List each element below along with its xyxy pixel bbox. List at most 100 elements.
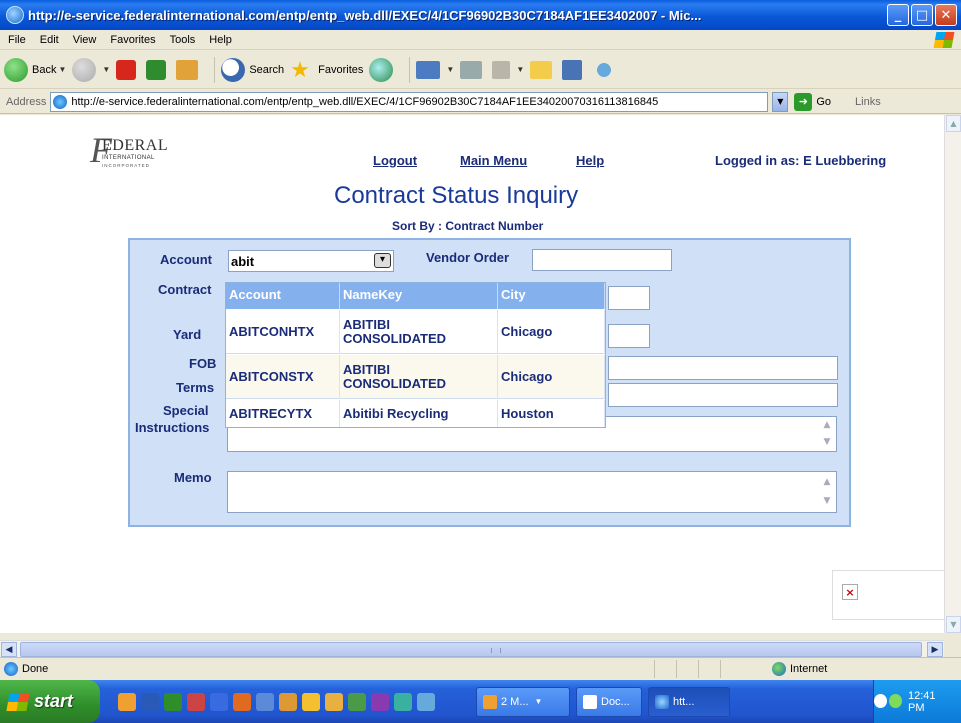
quick-launch-icon[interactable] xyxy=(348,692,366,711)
security-zone: Internet xyxy=(772,661,827,676)
back-button[interactable]: Back ▼ xyxy=(4,57,66,82)
contract-input[interactable] xyxy=(608,286,650,310)
quick-launch-icon[interactable] xyxy=(210,692,228,711)
instructions-label: Instructions xyxy=(135,420,210,435)
horizontal-scroll-thumb[interactable] xyxy=(20,642,922,657)
menu-help[interactable]: Help xyxy=(209,34,232,46)
menu-favorites[interactable]: Favorites xyxy=(110,34,155,46)
help-link[interactable]: Help xyxy=(576,153,604,168)
memo-scroll-down-icon[interactable]: ▼ xyxy=(820,495,834,507)
taskbar-button-outlook[interactable]: 2 M... ▼ xyxy=(476,686,570,717)
quick-launch-icon[interactable] xyxy=(141,692,159,711)
yard-input[interactable] xyxy=(608,324,650,348)
maximize-button[interactable]: □ xyxy=(911,4,933,26)
forward-dropdown-icon[interactable]: ▼ xyxy=(102,65,110,74)
window-titlebar: http://e-service.federalinternational.co… xyxy=(0,0,961,30)
terms-input[interactable] xyxy=(608,383,838,407)
column-header-city: City xyxy=(498,283,605,309)
contract-label: Contract xyxy=(158,282,212,297)
print-icon xyxy=(460,60,483,79)
horizontal-scrollbar[interactable]: ◀ ▶ xyxy=(0,640,944,657)
menu-tools[interactable]: Tools xyxy=(170,34,196,46)
row3-city: Houston xyxy=(498,400,605,427)
federal-international-logo: F EDERAL INTERNATIONAL INCORPORATED xyxy=(90,130,169,170)
close-button[interactable]: ✕ xyxy=(935,4,957,26)
ie-icon xyxy=(655,694,669,709)
memo-scroll-up-icon[interactable]: ▲ xyxy=(820,476,834,488)
quick-launch-icon[interactable] xyxy=(325,692,343,711)
print-button[interactable] xyxy=(460,60,486,79)
folder-icon xyxy=(530,60,553,79)
account-input[interactable]: abit xyxy=(228,250,394,272)
internet-globe-icon xyxy=(772,661,786,676)
quick-launch-icon[interactable] xyxy=(417,692,435,711)
scroll-left-icon[interactable]: ◀ xyxy=(1,642,17,657)
quick-launch-icon[interactable] xyxy=(371,692,389,711)
logo-sub1: INTERNATIONAL xyxy=(102,155,155,161)
tray-icon[interactable] xyxy=(889,693,902,708)
account-label: Account xyxy=(160,252,212,267)
mail-icon xyxy=(416,60,441,79)
home-button[interactable] xyxy=(176,59,202,80)
quick-launch-icon[interactable] xyxy=(164,692,182,711)
favorites-button[interactable]: ★ Favorites xyxy=(290,56,364,82)
search-button[interactable]: Search xyxy=(221,57,285,82)
row3-account: ABITRECYTX xyxy=(226,400,340,427)
stop-button[interactable] xyxy=(116,59,140,80)
messenger-button[interactable] xyxy=(592,57,620,82)
quick-launch-icon[interactable] xyxy=(256,692,274,711)
address-url: http://e-service.federalinternational.co… xyxy=(71,95,659,108)
scroll-right-icon[interactable]: ▶ xyxy=(927,642,943,657)
vertical-scrollbar[interactable]: ▲ ▼ xyxy=(944,115,961,633)
quick-launch-icon[interactable] xyxy=(118,692,136,711)
favorites-star-icon: ★ xyxy=(290,56,310,82)
memo-textarea[interactable]: ▲ ▼ xyxy=(227,471,837,513)
fob-input[interactable] xyxy=(608,356,838,380)
search-label: Search xyxy=(249,63,285,76)
address-dropdown-icon[interactable]: ▼ xyxy=(772,91,789,112)
go-button[interactable]: ➜ Go xyxy=(794,92,831,111)
address-input[interactable]: http://e-service.federalinternational.co… xyxy=(50,91,769,112)
research-button[interactable] xyxy=(562,59,586,80)
menu-view[interactable]: View xyxy=(73,34,97,46)
forward-button[interactable]: ▼ xyxy=(72,57,110,82)
mail-button[interactable]: ▼ xyxy=(416,60,454,79)
start-button[interactable]: start xyxy=(0,680,100,723)
clock: 12:41 PM xyxy=(908,689,936,714)
refresh-button[interactable] xyxy=(146,59,170,80)
account-autocomplete-list: Account NameKey City ABITCONHTX ABITIBI … xyxy=(225,282,606,428)
toolbar-separator xyxy=(409,56,411,83)
quick-launch-icon[interactable] xyxy=(187,692,205,711)
forward-arrow-icon xyxy=(72,57,97,82)
vendor-order-input[interactable] xyxy=(532,249,672,271)
tray-icon[interactable] xyxy=(874,693,887,708)
quick-launch-icon[interactable] xyxy=(302,692,320,711)
broken-image-icon: × xyxy=(842,584,858,600)
status-bar: Done Internet xyxy=(0,657,961,679)
scroll-down-icon[interactable]: ▼ xyxy=(946,616,961,633)
account-dropdown-icon[interactable]: ▾ xyxy=(374,253,391,268)
back-dropdown-icon[interactable]: ▼ xyxy=(58,65,66,74)
windows-logo-icon xyxy=(933,32,955,48)
history-button[interactable] xyxy=(369,57,397,82)
minimize-button[interactable]: _ xyxy=(887,4,909,26)
folder-button[interactable] xyxy=(530,60,556,79)
special-label: Special xyxy=(163,403,209,418)
quick-launch-icon[interactable] xyxy=(394,692,412,711)
edit-button[interactable]: ▼ xyxy=(492,60,524,79)
menu-file[interactable]: File xyxy=(8,34,26,46)
favorites-label: Favorites xyxy=(318,63,364,76)
logo-sub2: INCORPORATED xyxy=(102,163,150,168)
links-button[interactable]: Links xyxy=(855,96,881,108)
textarea-scroll-up-icon[interactable]: ▲ xyxy=(820,419,834,431)
textarea-scroll-down-icon[interactable]: ▼ xyxy=(820,436,834,448)
quick-launch-icon[interactable] xyxy=(233,692,251,711)
scroll-up-icon[interactable]: ▲ xyxy=(946,115,961,132)
main-menu-link[interactable]: Main Menu xyxy=(460,153,527,168)
logout-link[interactable]: Logout xyxy=(373,153,417,168)
taskbar-button-word[interactable]: Doc... xyxy=(576,686,642,717)
quick-launch-icon[interactable] xyxy=(279,692,297,711)
row2-account: ABITCONSTX xyxy=(226,355,340,399)
menu-edit[interactable]: Edit xyxy=(40,34,59,46)
taskbar-button-ie[interactable]: htt... xyxy=(648,686,730,717)
